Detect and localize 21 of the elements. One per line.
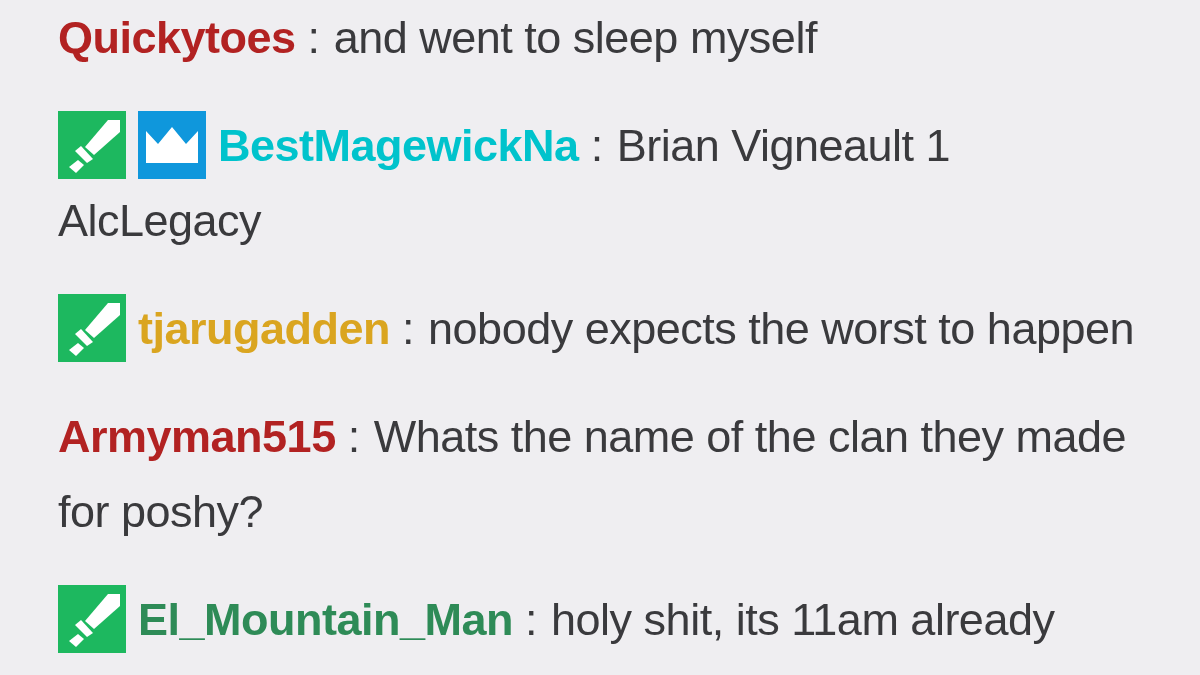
username[interactable]: Armyman515 <box>58 411 336 463</box>
username[interactable]: El_Mountain_Man <box>138 594 514 646</box>
message-text: and went to sleep myself <box>333 12 817 63</box>
separator: : <box>402 303 415 355</box>
crown-icon <box>138 111 206 180</box>
separator: : <box>590 120 603 171</box>
separator: : <box>347 411 360 463</box>
username[interactable]: BestMagewickNa <box>218 120 579 171</box>
message-text: for poshy? <box>58 485 264 540</box>
sword-icon <box>58 294 126 363</box>
username[interactable]: Quickytoes <box>58 12 296 63</box>
sword-icon <box>58 585 126 654</box>
message-text: AlcLegacy <box>58 194 262 249</box>
sword-icon <box>58 111 126 180</box>
separator: : <box>525 594 538 646</box>
message-text: Whats the name of the clan they made <box>373 411 1127 463</box>
message-text: holy shit, its 11am already <box>551 594 1055 646</box>
message-text: nobody expects the worst to happen <box>428 303 1135 355</box>
username[interactable]: tjarugadden <box>138 303 391 355</box>
message-text: Brian Vigneault 1 <box>616 120 951 171</box>
separator: : <box>307 12 320 63</box>
